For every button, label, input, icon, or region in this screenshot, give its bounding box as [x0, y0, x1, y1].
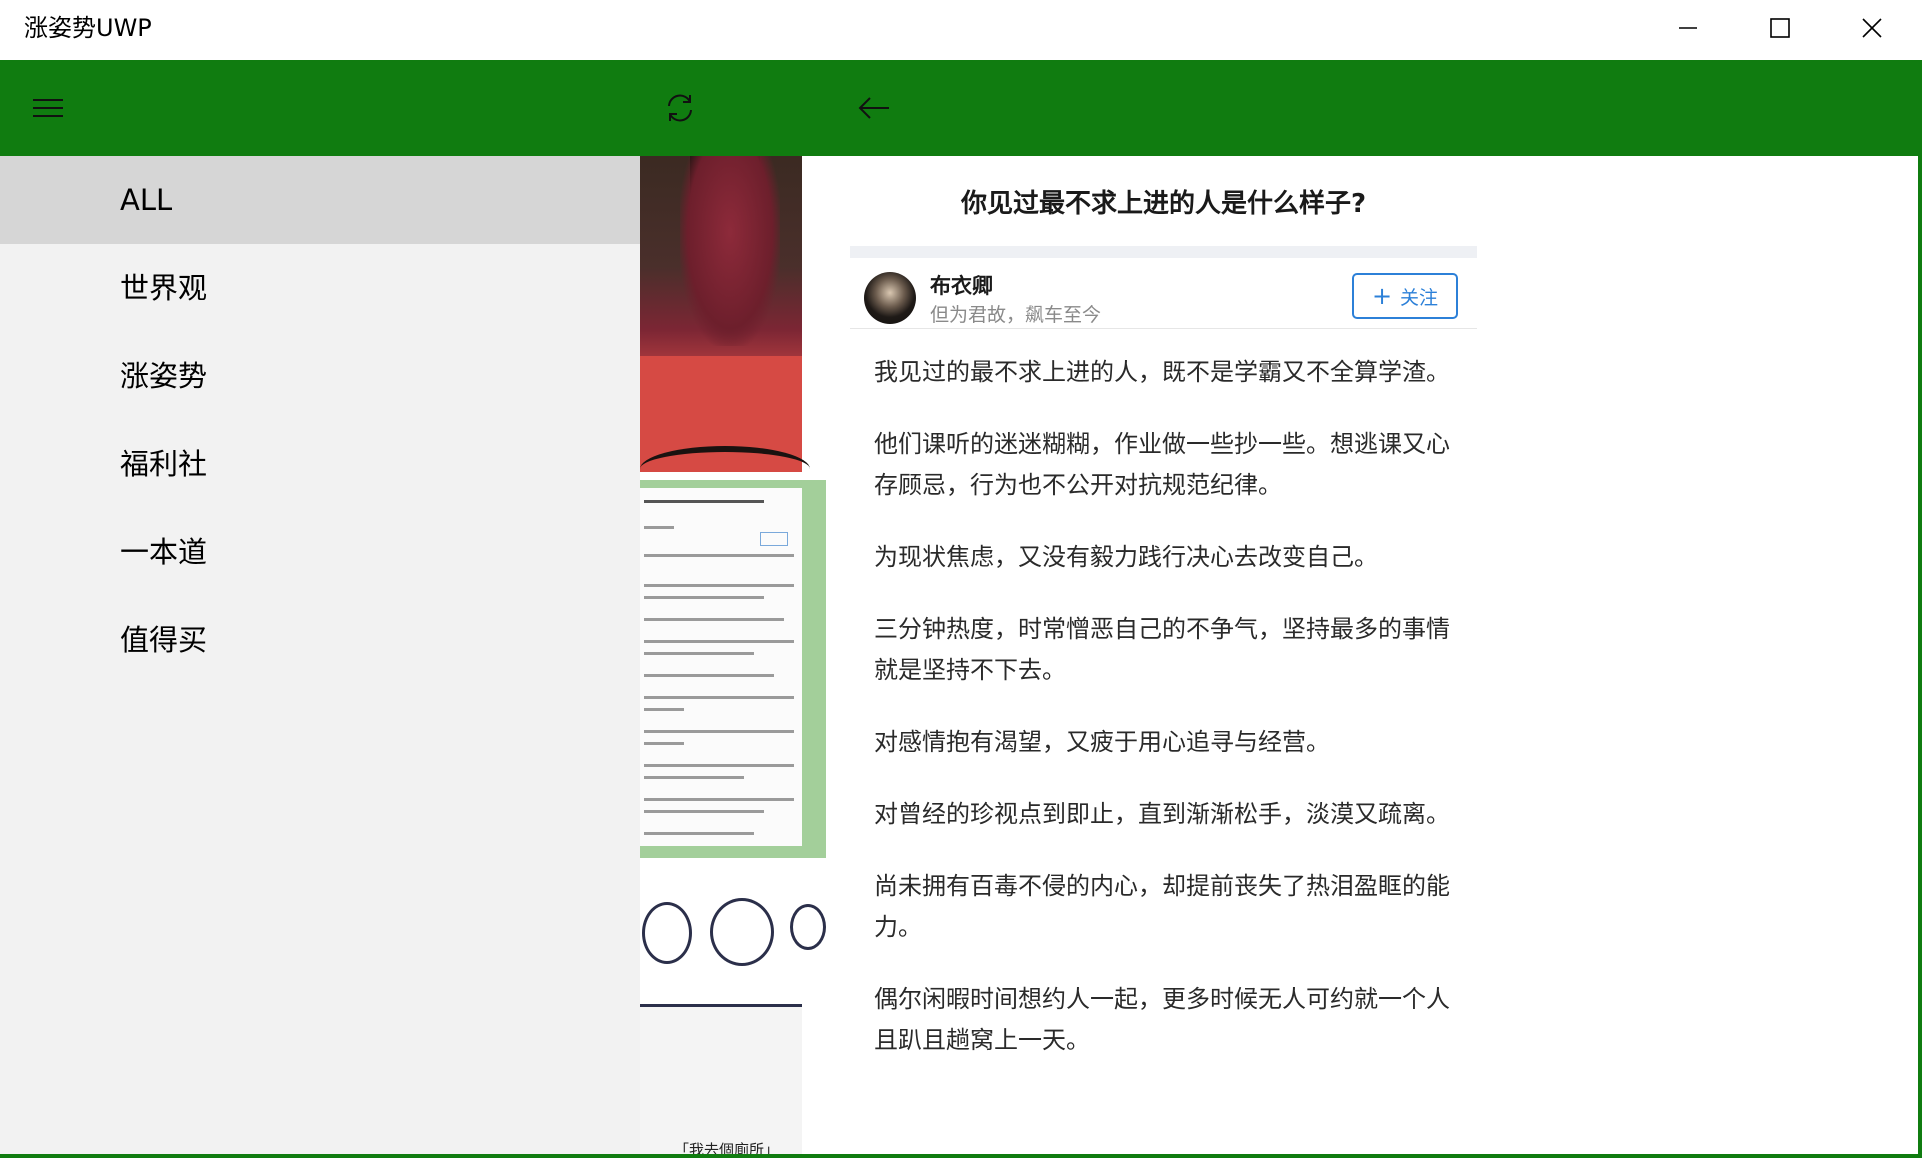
article-paragraph: 我见过的最不求上进的人，既不是学霸又不全算学渣。: [874, 358, 1450, 386]
screenshot-line: [644, 776, 744, 779]
screenshot-line: [644, 596, 764, 599]
back-arrow-icon: [858, 97, 889, 119]
app-title: 涨姿势UWP: [24, 14, 152, 42]
comic-face: [710, 898, 774, 966]
nav-item-label: 值得买: [120, 623, 208, 657]
comic-face: [642, 902, 692, 964]
navigation-pane: ALL 世界观 涨姿势 福利社 一本道 值得买: [0, 156, 640, 1158]
screenshot-line: [644, 810, 764, 813]
close-icon: [1862, 18, 1882, 38]
thumbnail-list: 「我去個廁所」: [640, 156, 826, 1158]
screenshot-line: [644, 730, 794, 733]
photo-shirt: [680, 156, 780, 346]
article-paragraph: 为现状焦虑，又没有毅力践行决心去改变自己。: [874, 543, 1378, 571]
article-paragraph: 对感情抱有渴望，又疲于用心追寻与经营。: [874, 728, 1330, 756]
back-button[interactable]: [826, 60, 922, 156]
thumbnail-article-screenshot[interactable]: [640, 480, 826, 858]
screenshot-line: [644, 832, 754, 835]
plus-icon: +: [1371, 282, 1393, 310]
minimize-button[interactable]: [1642, 0, 1734, 56]
screenshot-line: [644, 652, 754, 655]
maximize-button[interactable]: [1734, 0, 1826, 56]
avatar[interactable]: [864, 272, 916, 324]
screenshot-line: [644, 764, 794, 767]
follow-button[interactable]: + 关注: [1352, 273, 1458, 319]
article-paragraph: 三分钟热度，时常憎恶自己的不争气，坚持最多的事情就是坚持不下去。: [874, 615, 1450, 684]
nav-item-fulishe[interactable]: 福利社: [0, 420, 640, 508]
screenshot-line: [644, 640, 794, 643]
screenshot-line: [644, 708, 684, 711]
hamburger-menu-button[interactable]: [0, 60, 96, 156]
refresh-button[interactable]: [632, 60, 728, 156]
nav-item-label: 涨姿势: [120, 359, 208, 393]
nav-item-label: 一本道: [120, 535, 208, 569]
nav-item-yibendao[interactable]: 一本道: [0, 508, 640, 596]
article-view: 你见过最不求上进的人是什么样子? 布衣卿 但为君故，飙车至今 + 关注 我见过的…: [850, 156, 1477, 1158]
title-bar: 涨姿势UWP: [0, 0, 1922, 60]
article-paragraph: 他们课听的迷迷糊糊，作业做一些抄一些。想逃课又心存顾忌，行为也不公开对抗规范纪律…: [874, 430, 1450, 499]
maximize-icon: [1770, 18, 1790, 38]
screenshot-line: [644, 618, 784, 621]
screenshot-line: [644, 696, 794, 699]
hamburger-icon: [33, 99, 63, 117]
nav-item-label: 福利社: [120, 447, 208, 481]
nav-item-zhangzishi[interactable]: 涨姿势: [0, 332, 640, 420]
window-bottom-border: [0, 1154, 1922, 1158]
screenshot-line: [644, 500, 764, 503]
minimize-icon: [1679, 27, 1697, 29]
comic-face: [790, 904, 826, 950]
article-body: 我见过的最不求上进的人，既不是学霸又不全算学渣。 他们课听的迷迷糊糊，作业做一些…: [874, 352, 1464, 1092]
close-button[interactable]: [1826, 0, 1918, 56]
thumbnail-comic[interactable]: 「我去個廁所」: [640, 894, 826, 1158]
screenshot-line: [644, 674, 774, 677]
screenshot-follow: [760, 532, 788, 546]
screenshot-paper: [640, 488, 802, 846]
screenshot-line: [644, 798, 794, 801]
screenshot-line: [644, 526, 674, 529]
author-row: 布衣卿 但为君故，飙车至今 + 关注: [850, 258, 1477, 329]
nav-item-all[interactable]: ALL: [0, 156, 640, 244]
article-title: 你见过最不求上进的人是什么样子?: [960, 189, 1367, 219]
article-paragraph: 偶尔闲暇时间想约人一起，更多时候无人可约就一个人且趴且趟窝上一天。: [874, 985, 1450, 1054]
refresh-icon: [668, 94, 692, 122]
nav-item-label: 世界观: [120, 271, 208, 305]
comic-panel: 「我去個廁所」: [640, 1004, 802, 1158]
nav-item-zhidemai[interactable]: 值得买: [0, 596, 640, 684]
article-paragraph: 尚未拥有百毒不侵的内心，却提前丧失了热泪盈眶的能力。: [874, 872, 1450, 941]
screenshot-line: [644, 584, 794, 587]
article-paragraph: 对曾经的珍视点到即止，直到渐渐松手，淡漠又疏离。: [874, 800, 1450, 828]
thumbnail-photo[interactable]: [640, 156, 810, 472]
author-name[interactable]: 布衣卿: [930, 270, 993, 300]
author-bio: 但为君故，飙车至今: [930, 304, 1102, 326]
nav-item-worldview[interactable]: 世界观: [0, 244, 640, 332]
follow-label: 关注: [1400, 286, 1439, 309]
screenshot-line: [644, 554, 794, 557]
nav-item-label: ALL: [120, 183, 173, 217]
window-edge-strip: [1918, 60, 1922, 1158]
app-window: 涨姿势UWP 「我去個廁所」 你见过最不求上进的人是什么样子? 布衣卿 但为君故…: [0, 0, 1922, 1158]
divider-band: [850, 246, 1477, 258]
app-bar: [0, 60, 1922, 156]
screenshot-line: [644, 742, 684, 745]
